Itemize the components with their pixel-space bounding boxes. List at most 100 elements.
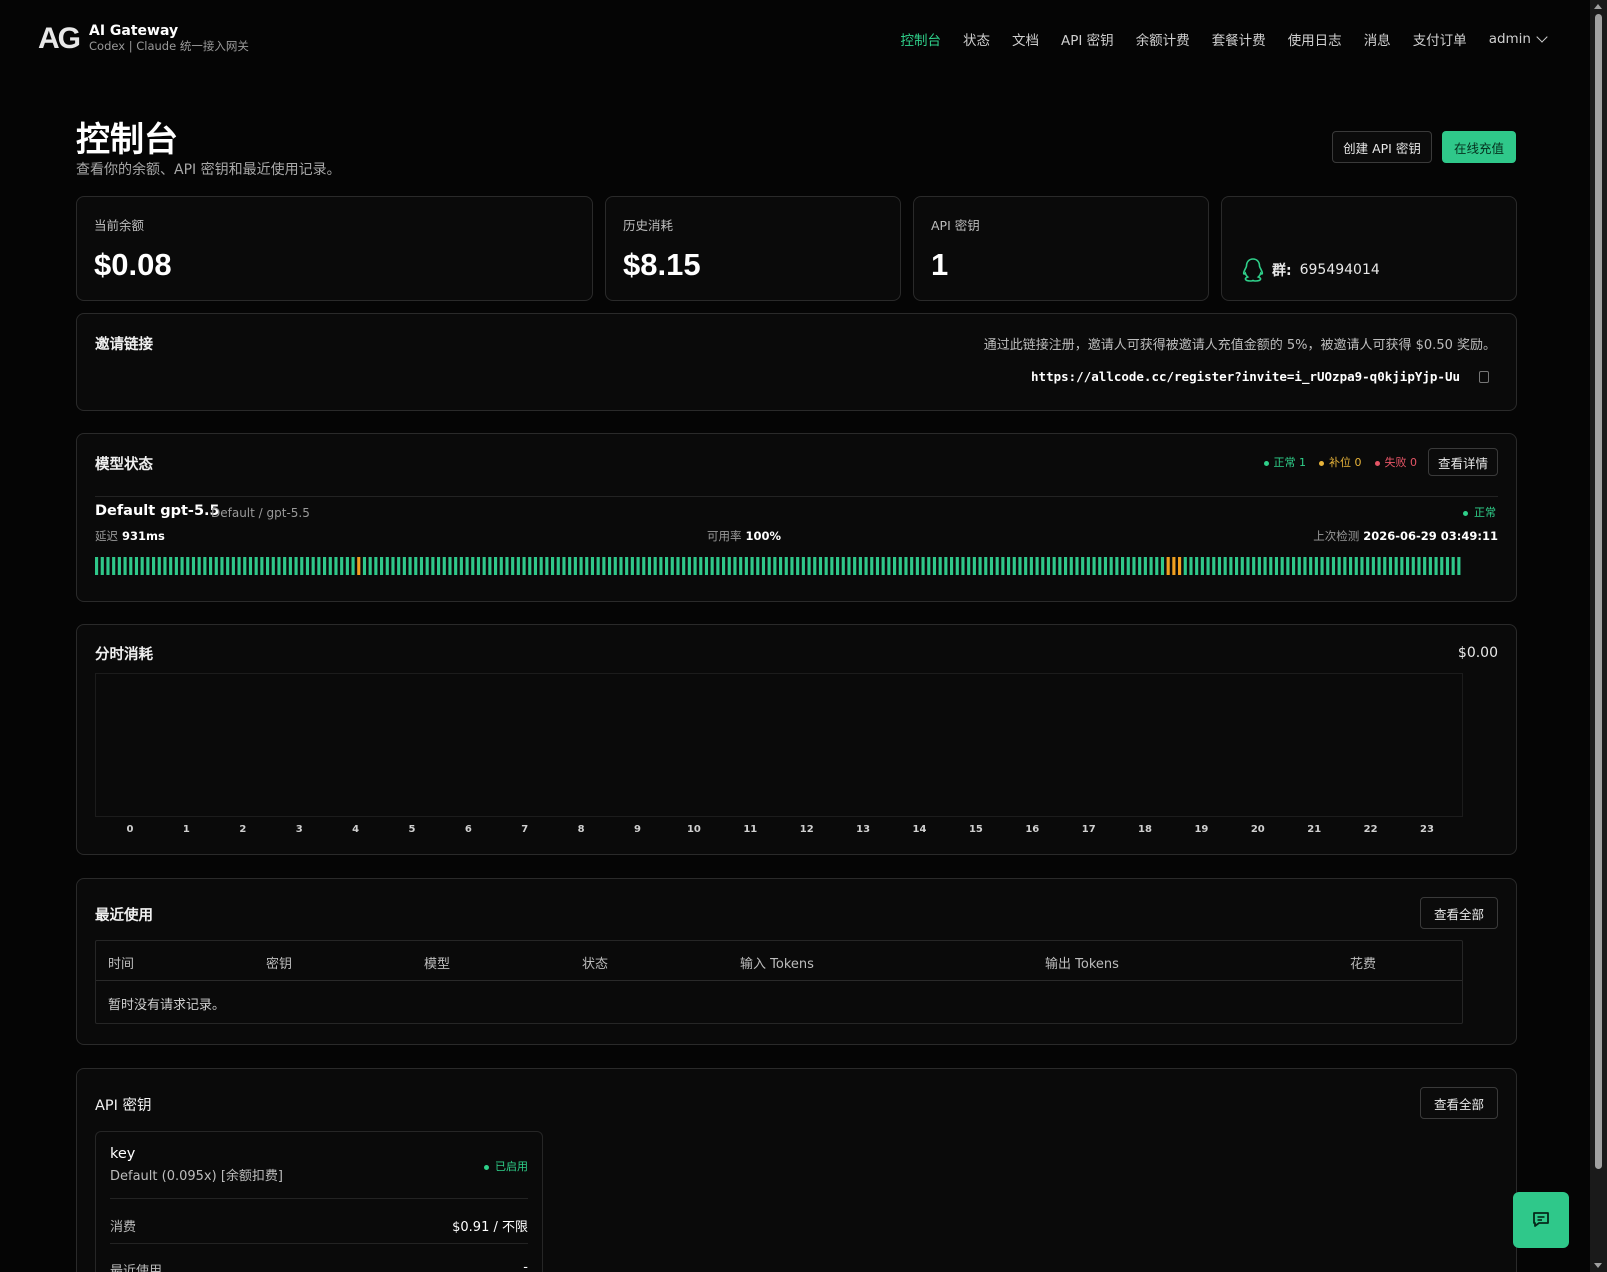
status-bar-ok[interactable] bbox=[1103, 557, 1108, 575]
invite-link[interactable]: https://allcode.cc/register?invite=i_rUO… bbox=[1031, 369, 1460, 384]
status-bar-ok[interactable] bbox=[260, 557, 264, 575]
status-bar-ok[interactable] bbox=[437, 557, 441, 575]
status-bar-ok[interactable] bbox=[1121, 557, 1125, 575]
status-bar-warn[interactable] bbox=[1166, 557, 1170, 575]
status-bar-ok[interactable] bbox=[955, 557, 959, 575]
status-bar-ok[interactable] bbox=[750, 557, 754, 575]
status-bar-ok[interactable] bbox=[630, 557, 634, 575]
status-bar-ok[interactable] bbox=[482, 557, 486, 575]
status-bar-ok[interactable] bbox=[722, 557, 726, 575]
status-bar-ok[interactable] bbox=[761, 557, 766, 575]
status-bar-ok[interactable] bbox=[875, 557, 880, 575]
column-header[interactable]: 模型 bbox=[424, 953, 450, 972]
status-bar-ok[interactable] bbox=[807, 557, 811, 575]
status-bar-ok[interactable] bbox=[1331, 557, 1336, 575]
status-bar-ok[interactable] bbox=[670, 557, 674, 575]
status-bar-ok[interactable] bbox=[465, 557, 469, 575]
column-header[interactable]: 输入 Tokens bbox=[740, 953, 814, 972]
status-bar-ok[interactable] bbox=[779, 557, 783, 575]
status-bar-ok[interactable] bbox=[921, 557, 925, 575]
status-bar-ok[interactable] bbox=[1246, 557, 1250, 575]
status-bar-ok[interactable] bbox=[1092, 557, 1096, 575]
status-bar-ok[interactable] bbox=[140, 557, 144, 575]
copy-icon[interactable] bbox=[1479, 371, 1489, 383]
status-bar-ok[interactable] bbox=[1286, 557, 1290, 575]
status-bar-ok[interactable] bbox=[893, 557, 897, 575]
status-bar-ok[interactable] bbox=[1377, 557, 1381, 575]
status-bar-ok[interactable] bbox=[978, 557, 982, 575]
status-bar-ok[interactable] bbox=[1343, 557, 1347, 575]
status-bar-ok[interactable] bbox=[220, 557, 224, 575]
status-bar-ok[interactable] bbox=[328, 557, 332, 575]
status-bar-ok[interactable] bbox=[237, 557, 241, 575]
status-bar-ok[interactable] bbox=[1115, 557, 1119, 575]
status-bar-ok[interactable] bbox=[573, 557, 577, 575]
scroll-down-icon[interactable] bbox=[1594, 1263, 1602, 1268]
status-bar-ok[interactable] bbox=[1098, 557, 1102, 575]
status-bar-ok[interactable] bbox=[340, 557, 344, 575]
column-header[interactable]: 花费 bbox=[1350, 953, 1376, 972]
status-bar-ok[interactable] bbox=[881, 557, 885, 575]
status-bar-ok[interactable] bbox=[1046, 557, 1051, 575]
status-bar-ok[interactable] bbox=[784, 557, 788, 575]
status-bar-ok[interactable] bbox=[596, 557, 600, 575]
status-bar-ok[interactable] bbox=[248, 557, 253, 575]
status-bar-ok[interactable] bbox=[1303, 557, 1307, 575]
status-bar-ok[interactable] bbox=[1029, 557, 1033, 575]
status-bar-ok[interactable] bbox=[1320, 557, 1324, 575]
status-bar-ok[interactable] bbox=[254, 557, 258, 575]
status-bar-ok[interactable] bbox=[380, 557, 384, 575]
status-bar-ok[interactable] bbox=[345, 557, 349, 575]
status-bar-ok[interactable] bbox=[174, 557, 178, 575]
status-bar-ok[interactable] bbox=[647, 557, 652, 575]
status-bar-ok[interactable] bbox=[1263, 557, 1267, 575]
status-bar-ok[interactable] bbox=[1126, 557, 1130, 575]
status-bar-ok[interactable] bbox=[665, 557, 669, 575]
status-bar-ok[interactable] bbox=[106, 557, 110, 575]
scroll-up-icon[interactable] bbox=[1594, 4, 1602, 9]
status-bar-ok[interactable] bbox=[950, 557, 954, 575]
status-bar-ok[interactable] bbox=[1086, 557, 1090, 575]
status-bar-ok[interactable] bbox=[653, 557, 657, 575]
status-bar-ok[interactable] bbox=[1292, 557, 1296, 575]
status-bar-ok[interactable] bbox=[1400, 557, 1404, 575]
status-bar-ok[interactable] bbox=[516, 557, 520, 575]
status-bar-ok[interactable] bbox=[511, 557, 515, 575]
user-menu[interactable]: admin bbox=[1489, 29, 1548, 49]
status-bar-ok[interactable] bbox=[454, 557, 458, 575]
status-bar-ok[interactable] bbox=[209, 557, 213, 575]
status-bar-ok[interactable] bbox=[425, 557, 429, 575]
app-logo[interactable]: AG AI Gateway Codex | Claude 统一接入网关 bbox=[38, 22, 249, 56]
status-bar-ok[interactable] bbox=[1149, 557, 1153, 575]
status-bar-ok[interactable] bbox=[448, 557, 452, 575]
status-bar-ok[interactable] bbox=[1297, 557, 1301, 575]
api-key-item[interactable]: key Default (0.095x) [余额扣费] 已启用 消费 $0.91… bbox=[95, 1131, 543, 1272]
nav-balance-billing[interactable]: 余额计费 bbox=[1136, 29, 1190, 49]
status-bar-ok[interactable] bbox=[830, 557, 834, 575]
view-details-button[interactable]: 查看详情 bbox=[1428, 448, 1498, 476]
status-bar-ok[interactable] bbox=[556, 557, 560, 575]
status-bar-ok[interactable] bbox=[300, 557, 304, 575]
status-bar-ok[interactable] bbox=[351, 557, 355, 575]
status-bar-ok[interactable] bbox=[1360, 557, 1364, 575]
status-bar-ok[interactable] bbox=[476, 557, 481, 575]
status-bar-ok[interactable] bbox=[1064, 557, 1068, 575]
status-bar-ok[interactable] bbox=[1052, 557, 1056, 575]
status-bar-ok[interactable] bbox=[932, 557, 937, 575]
status-bar-ok[interactable] bbox=[853, 557, 857, 575]
status-bar-ok[interactable] bbox=[716, 557, 720, 575]
status-bar-ok[interactable] bbox=[984, 557, 988, 575]
status-bar-ok[interactable] bbox=[733, 557, 737, 575]
status-bar-ok[interactable] bbox=[915, 557, 919, 575]
status-bar-ok[interactable] bbox=[1274, 557, 1279, 575]
status-bar-ok[interactable] bbox=[1451, 557, 1455, 575]
status-bar-ok[interactable] bbox=[818, 557, 823, 575]
status-bar-ok[interactable] bbox=[1212, 557, 1216, 575]
status-bar-ok[interactable] bbox=[311, 557, 315, 575]
page-scrollbar[interactable] bbox=[1590, 0, 1607, 1272]
status-bar-ok[interactable] bbox=[898, 557, 902, 575]
status-bar-ok[interactable] bbox=[961, 557, 965, 575]
status-bar-ok[interactable] bbox=[1440, 557, 1444, 575]
status-bar-ok[interactable] bbox=[1143, 557, 1147, 575]
status-bar-ok[interactable] bbox=[1155, 557, 1159, 575]
